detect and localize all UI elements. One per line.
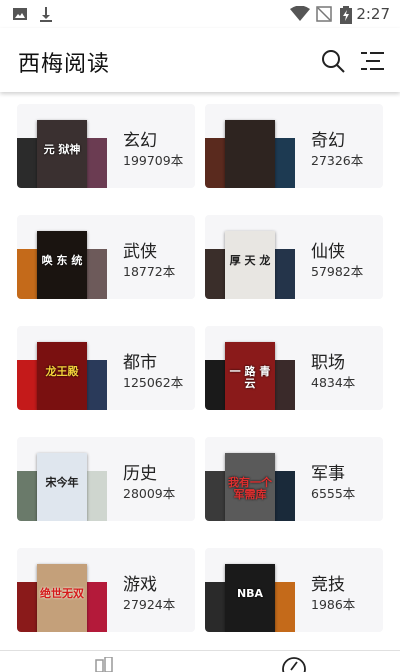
book-cover: NBA	[225, 564, 275, 632]
book-cover	[225, 120, 275, 188]
book-cover: 绝世无双	[37, 564, 87, 632]
status-bar: 2:27	[0, 0, 400, 28]
menu-list-icon[interactable]	[358, 46, 388, 76]
category-name: 军事	[311, 464, 345, 484]
book-cover: 我有一个军需库	[225, 453, 275, 521]
app-title: 西梅阅读	[18, 52, 111, 77]
cover-stack: NBA	[205, 548, 295, 632]
app-bar: 西梅阅读	[0, 28, 400, 92]
category-name: 仙侠	[311, 242, 345, 262]
cover-title: 一 路 青 云	[229, 365, 271, 390]
cover-stack: 元 狱神	[17, 104, 107, 188]
cover-stack: 唤 东 统	[17, 215, 107, 299]
category-card[interactable]: 唤 东 统 武侠 18772本	[17, 215, 195, 299]
book-cover: 龙王殿	[37, 342, 87, 410]
category-card[interactable]: 厚 天 龙 仙侠 57982本	[205, 215, 383, 299]
category-count: 6555本	[311, 486, 356, 501]
status-time: 2:27	[356, 5, 390, 23]
category-card[interactable]: 我有一个军需库 军事 6555本	[205, 437, 383, 521]
category-card[interactable]: 绝世无双 游戏 27924本	[17, 548, 195, 632]
book-cover: 唤 东 统	[37, 231, 87, 299]
cover-title: NBA	[236, 587, 264, 600]
bookshelf-icon[interactable]	[94, 657, 116, 672]
category-count: 199709本	[123, 153, 184, 168]
cover-stack: 龙王殿	[17, 326, 107, 410]
cover-title: 绝世无双	[40, 587, 84, 600]
book-cover: 厚 天 龙	[225, 231, 275, 299]
category-card[interactable]: 一 路 青 云 职场 4834本	[205, 326, 383, 410]
no-signal-icon	[316, 6, 332, 22]
category-name: 竞技	[311, 575, 345, 595]
cover-title: 厚 天 龙	[229, 254, 271, 267]
category-card[interactable]: NBA 竞技 1986本	[205, 548, 383, 632]
cover-stack	[205, 104, 295, 188]
category-name: 职场	[311, 353, 345, 373]
category-name: 历史	[123, 464, 157, 484]
category-name: 玄幻	[123, 131, 157, 151]
category-name: 游戏	[123, 575, 157, 595]
book-cover: 元 狱神	[37, 120, 87, 188]
book-cover: 一 路 青 云	[225, 342, 275, 410]
category-name: 都市	[123, 353, 157, 373]
category-count: 18772本	[123, 264, 176, 279]
cover-stack: 绝世无双	[17, 548, 107, 632]
category-grid: 元 狱神 玄幻 199709本 奇幻 27326本 唤 东 统 武侠 18772…	[0, 92, 400, 650]
category-name: 奇幻	[311, 131, 345, 151]
category-count: 125062本	[123, 375, 184, 390]
cover-title: 唤 东 统	[41, 254, 83, 267]
category-card[interactable]: 宋今年 历史 28009本	[17, 437, 195, 521]
category-name: 武侠	[123, 242, 157, 262]
category-count: 4834本	[311, 375, 356, 390]
discover-icon[interactable]	[282, 657, 306, 672]
battery-charging-icon	[340, 6, 352, 24]
book-cover: 宋今年	[37, 453, 87, 521]
cover-title: 宋今年	[45, 476, 79, 489]
category-card[interactable]: 元 狱神 玄幻 199709本	[17, 104, 195, 188]
cover-stack: 宋今年	[17, 437, 107, 521]
category-count: 27924本	[123, 597, 176, 612]
download-icon	[40, 7, 52, 22]
category-count: 28009本	[123, 486, 176, 501]
cover-stack: 厚 天 龙	[205, 215, 295, 299]
category-count: 27326本	[311, 153, 364, 168]
cover-title: 元 狱神	[43, 143, 81, 156]
wifi-icon	[290, 6, 310, 21]
image-icon	[13, 8, 27, 20]
cover-title: 龙王殿	[45, 365, 79, 378]
category-card[interactable]: 龙王殿 都市 125062本	[17, 326, 195, 410]
cover-stack: 我有一个军需库	[205, 437, 295, 521]
search-icon[interactable]	[318, 46, 348, 76]
category-card[interactable]: 奇幻 27326本	[205, 104, 383, 188]
category-count: 1986本	[311, 597, 356, 612]
category-count: 57982本	[311, 264, 364, 279]
cover-title: 我有一个军需库	[228, 476, 272, 501]
bottom-nav	[0, 650, 400, 672]
cover-stack: 一 路 青 云	[205, 326, 295, 410]
